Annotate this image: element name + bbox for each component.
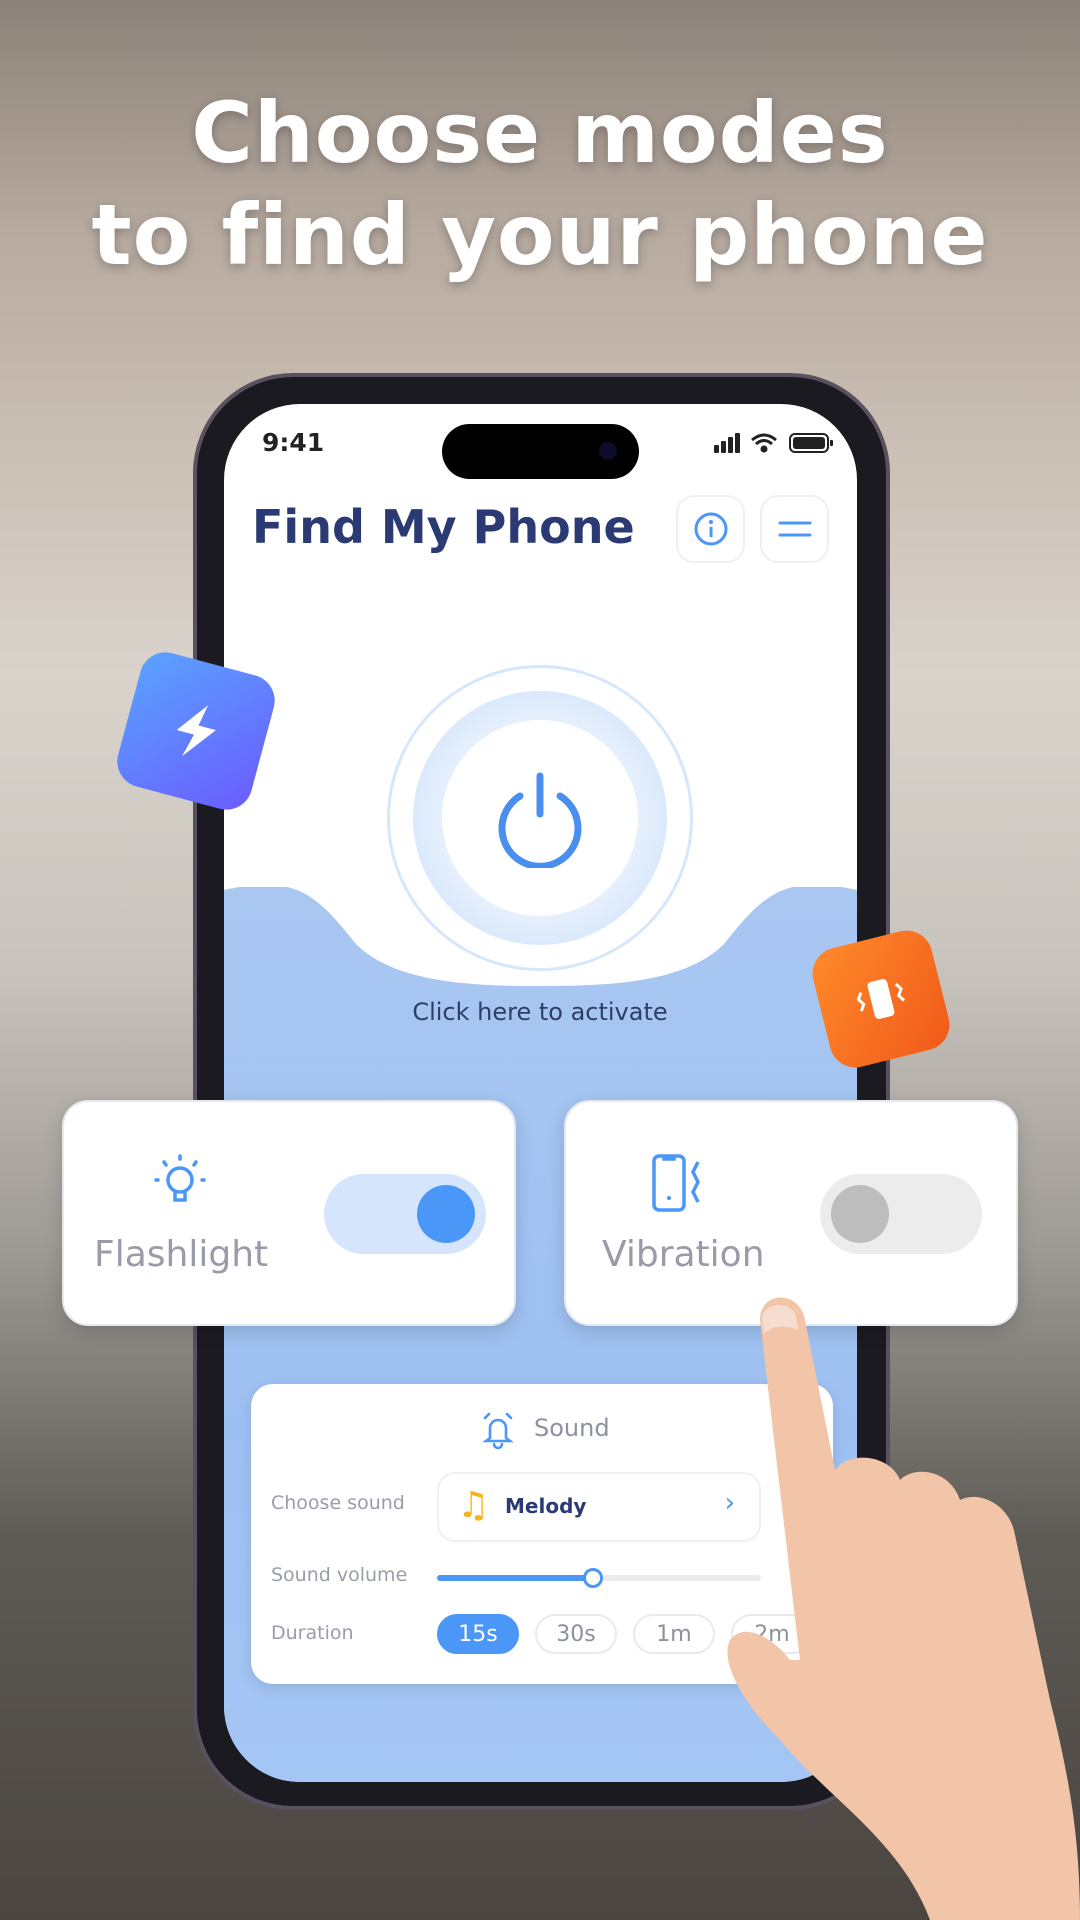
choose-sound-label: Choose sound [271,1492,405,1514]
volume-fill [437,1575,593,1581]
flashlight-card: Flashlight [62,1100,516,1326]
phone-vibrate-icon [652,1154,700,1212]
status-time: 9:41 [262,428,325,457]
sound-title: Sound [534,1414,610,1442]
volume-handle[interactable] [582,1568,603,1588]
lightning-icon [176,705,216,757]
duration-30s[interactable]: 30s [535,1614,617,1654]
flashlight-label: Flashlight [94,1234,269,1275]
battery-icon [789,433,833,453]
pointing-hand [727,1297,1080,1920]
duration-15s[interactable]: 15s [437,1614,519,1654]
app-title: Find My Phone [252,500,635,554]
power-icon [498,772,582,868]
headline-line-1: Choose modes [191,84,889,182]
vibration-toggle[interactable] [820,1174,982,1254]
power-button[interactable] [442,720,638,916]
music-note-icon: ♫ [457,1485,490,1526]
wifi-icon [751,433,777,453]
flashlight-toggle[interactable] [324,1174,486,1254]
menu-icon [778,521,811,537]
bell-icon [482,1412,514,1450]
status-icons [714,433,833,453]
volume-label: Sound volume [271,1564,408,1586]
info-button[interactable] [676,495,745,563]
duration-label: Duration [271,1622,354,1644]
info-icon [694,512,727,546]
signal-icon [714,433,740,453]
headline-line-2: to find your phone [91,186,989,284]
dynamic-island [442,424,639,479]
phone-vibrate-icon [856,978,906,1020]
menu-button[interactable] [760,495,829,563]
headline: Choose modes to find your phone [0,82,1080,286]
vibration-label: Vibration [602,1234,765,1275]
selected-sound: Melody [505,1494,587,1518]
lightbulb-icon [154,1154,206,1202]
